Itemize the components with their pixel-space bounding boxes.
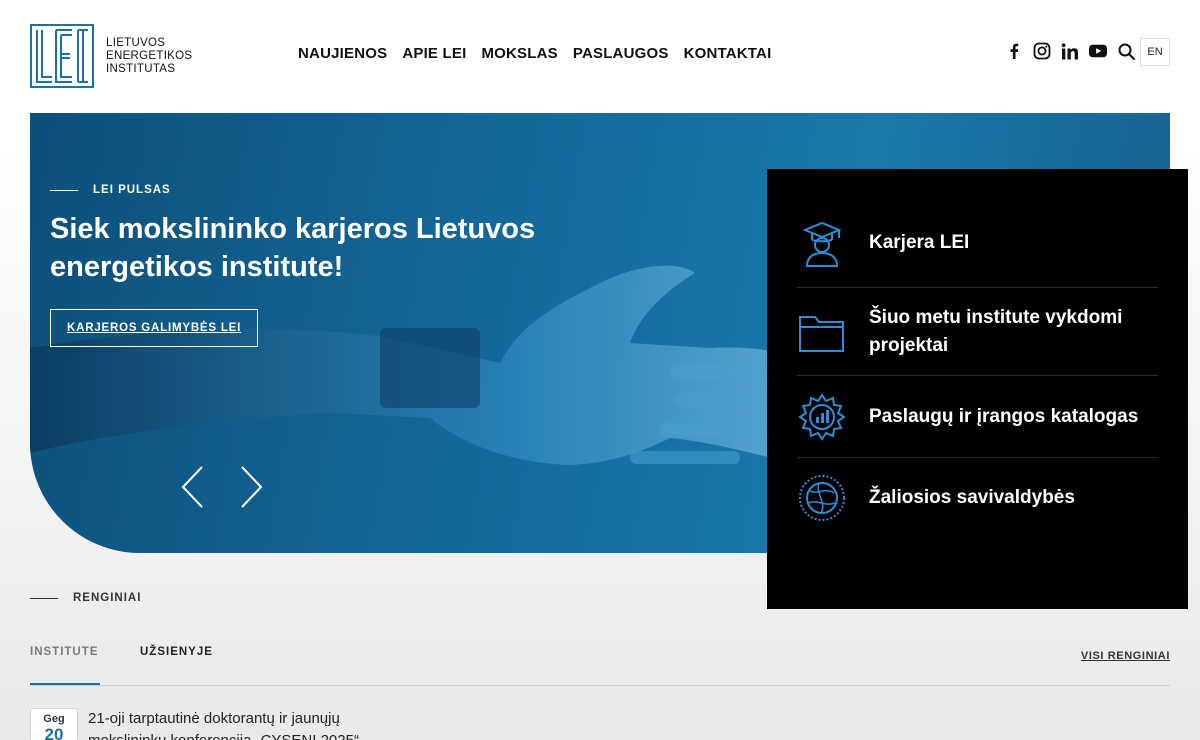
graduate-icon xyxy=(802,221,842,267)
panel-item-projects[interactable]: Šiuo metu institute vykdomi projektai xyxy=(797,288,1158,376)
nav-paslaugos[interactable]: PASLAUGOS xyxy=(573,45,669,62)
folder-icon xyxy=(799,315,844,352)
panel-item-label: Paslaugų ir įrangos katalogas xyxy=(869,405,1139,427)
lei-logo-icon xyxy=(30,24,94,88)
nav-apie-lei[interactable]: APIE LEI xyxy=(402,45,466,62)
events-eyebrow-text: RENGINIAI xyxy=(73,592,142,604)
nav-mokslas[interactable]: MOKSLAS xyxy=(481,45,557,62)
next-slide-arrow-icon[interactable] xyxy=(238,465,264,509)
events-eyebrow: RENGINIAI xyxy=(30,592,141,604)
logo-text: LIETUVOS ENERGETIKOS INSTITUTAS xyxy=(106,37,192,76)
prev-slide-arrow-icon[interactable] xyxy=(180,465,206,509)
event-date: Geg 20 xyxy=(30,708,78,740)
instagram-icon[interactable] xyxy=(1033,42,1051,60)
globe-icon xyxy=(799,475,845,521)
eyebrow-line xyxy=(30,597,58,599)
event-month: Geg xyxy=(43,713,65,725)
hero-eyebrow: LEI PULSAS xyxy=(50,184,171,196)
language-switch[interactable]: EN xyxy=(1140,38,1170,66)
logo-line-1: LIETUVOS xyxy=(106,36,166,49)
list-item[interactable]: Geg 20 21-oji tarptautinė doktorantų ir … xyxy=(30,708,388,740)
logo-line-3: INSTITUTAS xyxy=(106,62,176,75)
panel-item-label: Karjera LEI xyxy=(869,232,970,253)
events-tabs: INSTITUTE UŽSIENYJE VISI RENGINIAI xyxy=(30,646,1170,686)
facebook-icon[interactable] xyxy=(1005,42,1023,60)
social-links xyxy=(1005,42,1135,60)
site-header: LIETUVOS ENERGETIKOS INSTITUTAS NAUJIENO… xyxy=(0,0,1200,110)
event-title[interactable]: 21-oji tarptautinė doktorantų ir jaunųjų… xyxy=(88,708,388,740)
panel-item-green-municipalities[interactable]: Žaliosios savivaldybės xyxy=(797,458,1158,538)
quick-links-panel: Karjera LEI Šiuo metu institute vykdomi … xyxy=(767,169,1188,609)
event-day: 20 xyxy=(44,725,64,740)
panel-item-catalog[interactable]: Paslaugų ir įrangos katalogas xyxy=(797,376,1158,458)
linkedin-icon[interactable] xyxy=(1061,42,1079,60)
tab-institute[interactable]: INSTITUTE xyxy=(30,646,101,685)
panel-item-career[interactable]: Karjera LEI xyxy=(797,169,1158,288)
youtube-icon[interactable] xyxy=(1089,42,1107,60)
logo-line-2: ENERGETIKOS xyxy=(106,49,193,62)
panel-item-label: Šiuo metu institute vykdomi projektai xyxy=(869,306,1123,356)
gear-chart-icon xyxy=(798,392,846,441)
nav-kontaktai[interactable]: KONTAKTAI xyxy=(684,45,772,62)
logo[interactable]: LIETUVOS ENERGETIKOS INSTITUTAS xyxy=(30,24,192,88)
panel-item-label: Žaliosios savivaldybės xyxy=(869,487,1075,508)
tab-abroad[interactable]: UŽSIENYJE xyxy=(140,646,213,658)
career-opportunities-button[interactable]: KARJEROS GALIMYBĖS LEI xyxy=(50,309,259,347)
hero-eyebrow-text: LEI PULSAS xyxy=(93,184,171,196)
hero-title: Siek mokslininko karjeros Lietuvos energ… xyxy=(50,213,536,283)
eyebrow-line xyxy=(50,189,78,191)
main-nav: NAUJIENOS APIE LEI MOKSLAS PASLAUGOS KON… xyxy=(298,45,771,62)
nav-naujienos[interactable]: NAUJIENOS xyxy=(298,45,387,62)
all-events-link[interactable]: VISI RENGINIAI xyxy=(1081,650,1170,662)
search-icon[interactable] xyxy=(1117,42,1135,60)
